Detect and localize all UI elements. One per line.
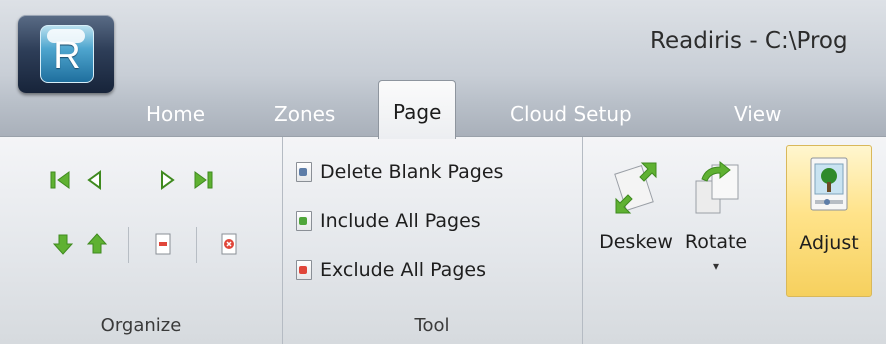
previous-page-icon[interactable] (82, 167, 108, 193)
move-up-icon[interactable] (84, 231, 110, 257)
deskew-label: Deskew (599, 231, 673, 253)
tab-zones[interactable]: Zones (262, 92, 347, 136)
move-down-icon[interactable] (50, 231, 76, 257)
delete-blank-pages-button[interactable]: Delete Blank Pages (296, 157, 503, 187)
rotate-dropdown-arrow-icon[interactable]: ▾ (676, 259, 756, 273)
tool-group: Delete Blank Pages Include All Pages Exc… (282, 137, 583, 344)
exclude-all-pages-label: Exclude All Pages (320, 259, 486, 281)
first-page-icon[interactable] (48, 167, 74, 193)
include-all-pages-icon (296, 211, 312, 231)
adjust-icon (807, 156, 851, 220)
separator (128, 227, 129, 263)
rotate-label: Rotate (684, 231, 748, 253)
organize-group: Organize (0, 137, 283, 344)
readiris-logo-icon: R (40, 25, 94, 83)
delete-blank-pages-label: Delete Blank Pages (320, 161, 504, 183)
next-page-icon[interactable] (154, 167, 180, 193)
remove-page-icon[interactable] (150, 231, 176, 257)
delete-blank-pages-icon (296, 162, 312, 182)
rotate-button[interactable]: Rotate ▾ (676, 137, 756, 295)
organize-group-label: Organize (100, 315, 182, 336)
include-all-pages-label: Include All Pages (320, 210, 481, 232)
tool-group-label: Tool (414, 315, 450, 336)
tab-page[interactable]: Page (378, 80, 457, 139)
deskew-icon (612, 159, 660, 221)
delete-page-icon[interactable] (216, 231, 242, 257)
adjust-button[interactable]: Adjust (786, 145, 872, 297)
last-page-icon[interactable] (190, 167, 216, 193)
exclude-all-pages-button[interactable]: Exclude All Pages (296, 255, 486, 285)
adjust-label: Adjust (799, 232, 859, 254)
ribbon-panel: Organize Delete Blank Pages Include All … (0, 136, 886, 344)
deskew-button[interactable]: Deskew (598, 137, 674, 295)
window-title: Readiris - C:\Prog (650, 28, 848, 54)
tab-view[interactable]: View (722, 92, 793, 136)
exclude-all-pages-icon (296, 260, 312, 280)
image-group: Deskew Rotate ▾ Adjust (582, 137, 886, 344)
include-all-pages-button[interactable]: Include All Pages (296, 206, 481, 236)
tab-cloud-setup[interactable]: Cloud Setup (498, 92, 644, 136)
separator (196, 227, 197, 263)
application-menu-button[interactable]: R (18, 15, 114, 93)
rotate-icon (692, 159, 742, 221)
tab-home[interactable]: Home (134, 92, 217, 136)
